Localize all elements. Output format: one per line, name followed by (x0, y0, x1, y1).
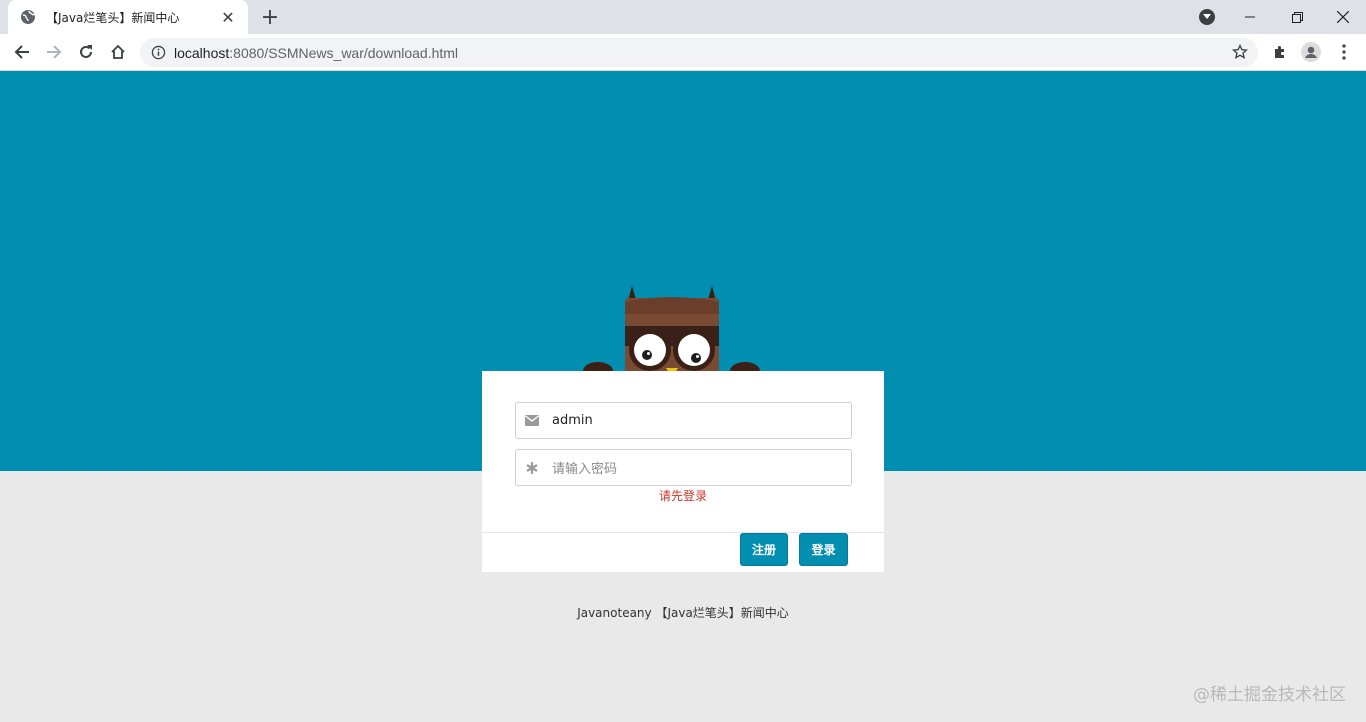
register-button[interactable]: 注册 (740, 533, 788, 566)
site-info-icon[interactable] (150, 45, 166, 61)
username-value: admin (552, 413, 593, 428)
bookmark-star-icon[interactable] (1231, 43, 1249, 60)
browser-tab-strip: 【Java烂笔头】新闻中心 ✕ + (0, 0, 1366, 34)
browser-tab[interactable]: 【Java烂笔头】新闻中心 ✕ (8, 0, 248, 34)
menu-icon[interactable] (1334, 42, 1354, 62)
url-text: localhost:8080/SSMNews_war/download.html (174, 45, 458, 61)
restore-icon[interactable] (1285, 0, 1309, 34)
tab-close-icon[interactable]: ✕ (218, 7, 238, 27)
url-path: :8080/SSMNews_war/download.html (229, 44, 459, 61)
envelope-icon (516, 403, 548, 438)
home-icon[interactable] (106, 40, 130, 64)
login-error-message: 请先登录 (658, 489, 707, 503)
back-icon[interactable] (10, 40, 34, 64)
password-placeholder: 请输入密码 (552, 462, 618, 477)
login-panel: admin 请输入密码 请先登录 注册 登录 (482, 371, 884, 572)
profile-chevron-icon[interactable] (1199, 9, 1215, 25)
profile-avatar-icon[interactable] (1301, 42, 1321, 62)
close-window-icon[interactable] (1331, 0, 1355, 34)
globe-icon (20, 9, 36, 25)
owl-mascot-icon (583, 286, 760, 384)
url-host: localhost (174, 44, 230, 61)
forward-icon[interactable] (42, 40, 66, 64)
extensions-icon[interactable] (1270, 42, 1290, 62)
address-bar[interactable]: localhost:8080/SSMNews_war/download.html (140, 38, 1258, 67)
minimize-icon[interactable] (1238, 0, 1262, 34)
reload-icon[interactable] (74, 40, 98, 64)
password-field[interactable]: 请输入密码 (515, 449, 852, 486)
tab-title: 【Java烂笔头】新闻中心 (46, 10, 180, 25)
asterisk-icon (516, 450, 548, 485)
login-button[interactable]: 登录 (799, 533, 848, 566)
browser-toolbar: localhost:8080/SSMNews_war/download.html (0, 34, 1366, 71)
new-tab-button[interactable]: + (258, 6, 282, 30)
watermark-text: @稀土掘金技术社区 (1193, 685, 1346, 705)
page-footer: Javanoteany 【Java烂笔头】新闻中心 (577, 606, 789, 620)
username-field[interactable]: admin (515, 402, 852, 439)
